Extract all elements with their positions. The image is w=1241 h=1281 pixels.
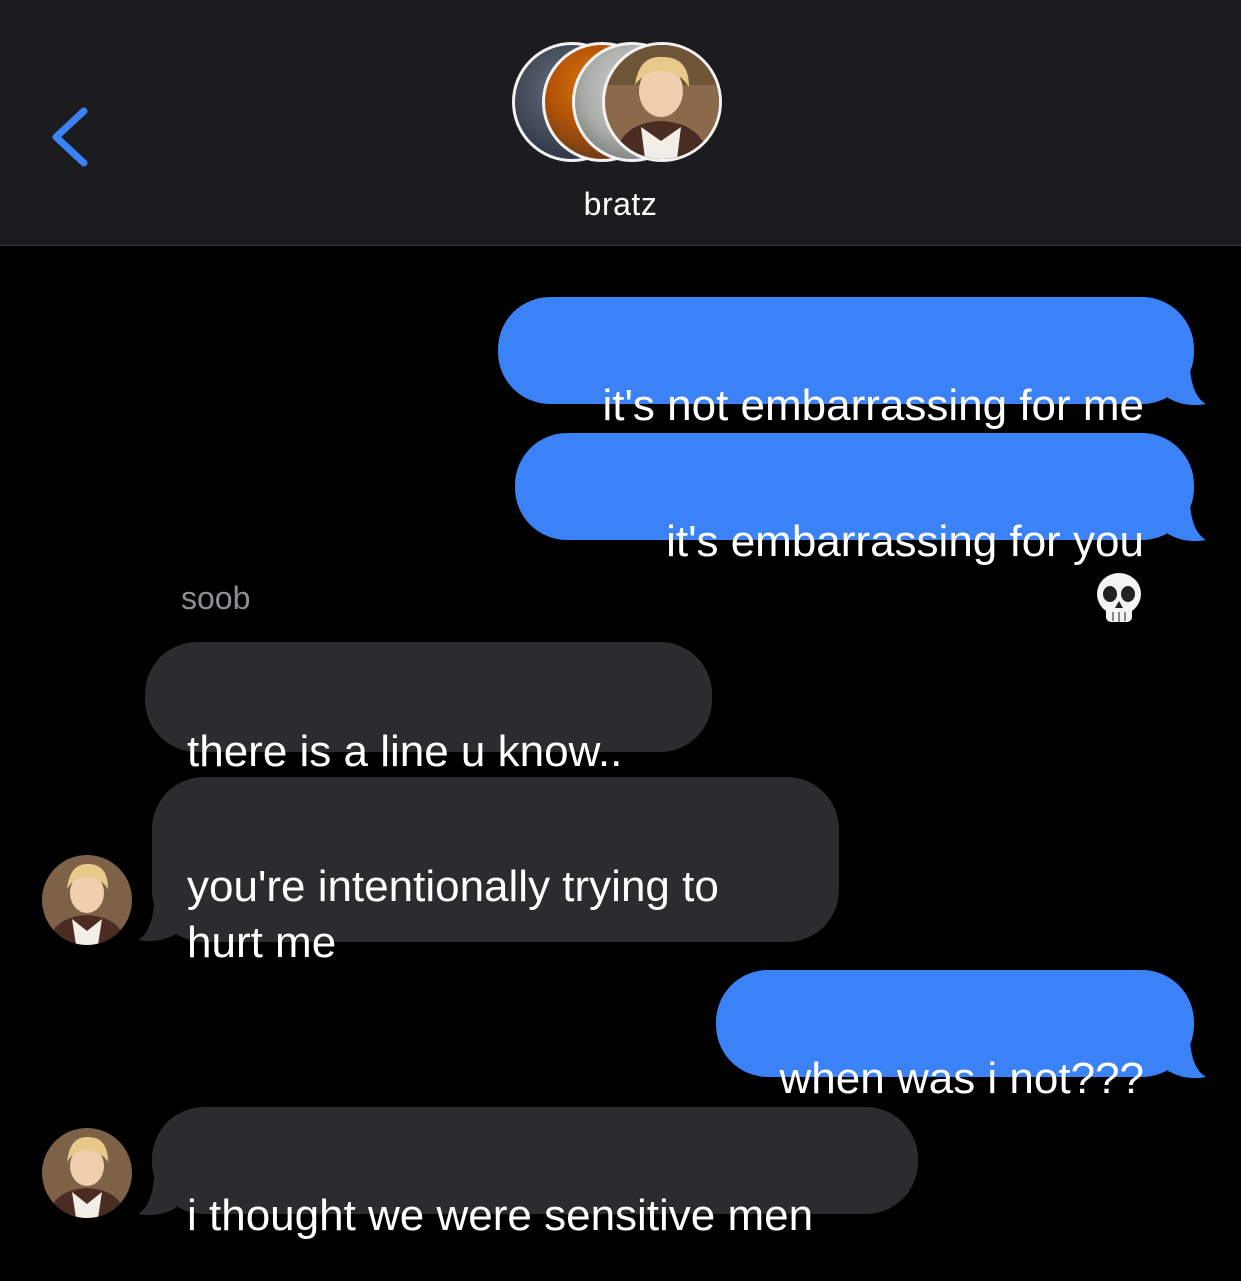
bubble-tail [138,904,176,942]
person-photo-icon [42,1128,132,1218]
person-photo-icon [605,45,719,159]
incoming-message-bubble[interactable]: i thought we were sensitive men [152,1107,918,1240]
message-text: when was i not??? [779,1054,1144,1103]
group-avatar-stack[interactable] [512,42,732,170]
sender-avatar[interactable] [42,855,132,945]
incoming-message-bubble[interactable]: there is a line u know.. [145,642,712,776]
sender-avatar[interactable] [42,1128,132,1218]
outgoing-message-bubble[interactable]: it's embarrassing for you [515,433,1194,622]
back-button[interactable] [40,95,110,185]
bubble-tail [1168,1041,1206,1079]
message-text: it's not embarrassing for me [602,381,1145,430]
group-member-avatar [602,42,722,162]
skull-emoji-icon [1097,573,1141,622]
sender-name: soob [181,580,251,616]
message-text: it's embarrassing for you [666,517,1144,566]
message-text: you're intentionally trying to hurt me [187,862,719,967]
bubble-tail [138,1178,176,1216]
outgoing-message-bubble[interactable]: when was i not??? [716,970,1194,1103]
message-text: there is a line u know.. [187,727,623,776]
message-text: i thought we were sensitive men [187,1191,814,1240]
group-name[interactable]: bratz [0,186,1241,223]
incoming-message-bubble[interactable]: you're intentionally trying to hurt me [152,777,839,967]
conversation-header: bratz [0,0,1241,246]
chevron-left-icon [52,107,88,167]
bubble-tail [1168,368,1206,406]
outgoing-message-bubble[interactable]: it's not embarrassing for me [498,297,1194,430]
person-photo-icon [42,855,132,945]
bubble-tail [1168,504,1206,542]
